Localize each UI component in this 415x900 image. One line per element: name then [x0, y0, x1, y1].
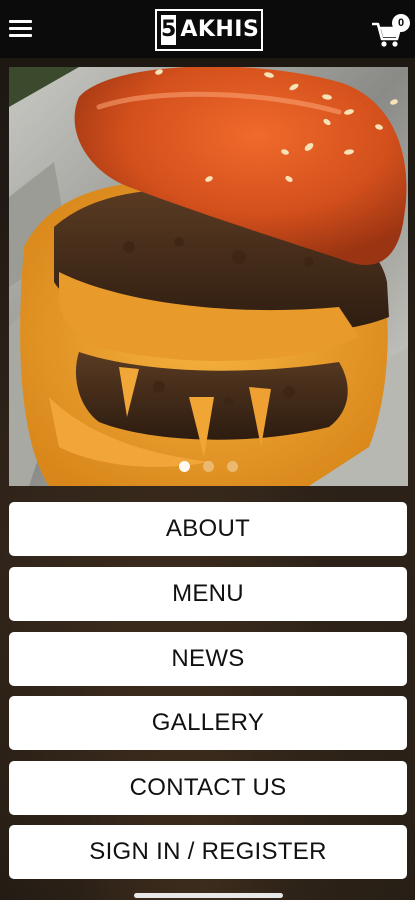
home-indicator [134, 893, 283, 898]
carousel-dot-3[interactable] [227, 461, 238, 472]
menu-button[interactable]: MENU [9, 567, 407, 621]
news-button[interactable]: NEWS [9, 632, 407, 686]
about-button[interactable]: ABOUT [9, 502, 407, 556]
sign-in-register-button[interactable]: SIGN IN / REGISTER [9, 825, 407, 879]
hamburger-icon[interactable] [9, 20, 32, 38]
burger-photo [9, 67, 408, 486]
logo-text: AKHIS [180, 17, 260, 42]
brand-logo[interactable]: 5 AKHIS [155, 9, 263, 51]
cart-button[interactable]: 0 [372, 14, 412, 47]
carousel-dots [9, 461, 408, 472]
cart-count-badge: 0 [392, 14, 410, 32]
logo-number: 5 [161, 15, 177, 45]
carousel-dot-2[interactable] [203, 461, 214, 472]
contact-us-button[interactable]: CONTACT US [9, 761, 407, 815]
top-bar: 5 AKHIS 0 [0, 0, 415, 58]
hero-carousel[interactable] [9, 67, 408, 486]
carousel-dot-1[interactable] [179, 461, 190, 472]
gallery-button[interactable]: GALLERY [9, 696, 407, 750]
